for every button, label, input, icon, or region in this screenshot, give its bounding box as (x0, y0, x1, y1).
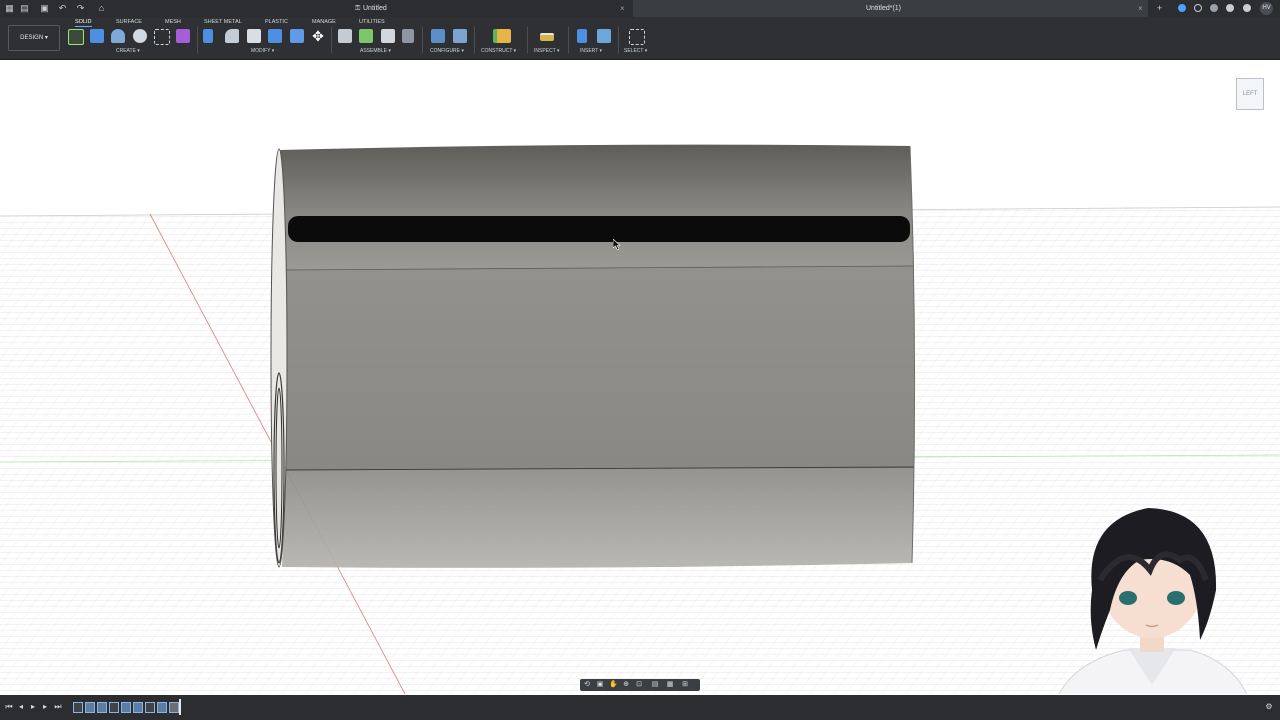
timeline-extrude-feature[interactable] (85, 702, 95, 713)
title-bar: ▦ ▤ ▣ ↶ ↷ ⌂ ⚿ Untitled × Untitled*(1) × … (0, 0, 1280, 17)
split-body-icon[interactable] (290, 29, 304, 43)
tab-plastic[interactable]: PLASTIC (265, 18, 288, 26)
configure-table-icon[interactable] (453, 29, 467, 43)
avatar[interactable]: HV (1260, 2, 1273, 15)
display-settings-icon[interactable]: ▤ (651, 681, 659, 689)
orbit-icon[interactable]: ⟲ (583, 681, 591, 689)
mouse-cursor-icon (612, 237, 621, 255)
tab-solid[interactable]: SOLID (75, 18, 92, 27)
revolve-icon[interactable] (111, 29, 125, 43)
measure-icon[interactable] (540, 33, 554, 41)
viewports-icon[interactable]: ⊞ (681, 681, 689, 689)
grid-settings-icon[interactable]: ▦ (666, 681, 674, 689)
presenter-avatar (1058, 508, 1248, 694)
tab-manage[interactable]: MANAGE (312, 18, 336, 26)
combine-icon[interactable] (268, 29, 282, 43)
look-at-icon[interactable]: ▣ (596, 681, 604, 689)
job-status-icon[interactable] (1194, 4, 1202, 12)
step-back-icon[interactable]: ◂ (17, 703, 25, 711)
shell-icon[interactable] (247, 29, 261, 43)
timeline-marker[interactable] (179, 699, 181, 715)
toolbar-divider (422, 27, 423, 53)
timeline-settings-icon[interactable]: ⚙ (1265, 703, 1273, 711)
extensions-icon[interactable] (1178, 4, 1186, 12)
create-menu[interactable]: CREATE ▾ (116, 48, 140, 54)
workspace-switcher[interactable]: DESIGN ▾ (8, 25, 60, 51)
settings-icon[interactable] (1226, 4, 1234, 12)
tab-sheet-metal[interactable]: SHEET METAL (204, 18, 242, 26)
insert-derive-icon[interactable] (577, 29, 587, 43)
tab-surface[interactable]: SURFACE (116, 18, 142, 26)
rectangular-pattern-icon[interactable] (154, 29, 170, 45)
press-pull-icon[interactable] (203, 29, 213, 43)
document-tab-2[interactable]: Untitled*(1) × (633, 0, 1148, 17)
timeline-bar: ⏮ ◂ ▸ ▸ ⏭ ⚙ (0, 695, 1280, 720)
cylinder-body[interactable] (270, 144, 916, 568)
toolbar-divider (331, 27, 332, 53)
timeline-sketch-feature[interactable] (109, 702, 119, 713)
timeline-extrude-feature[interactable] (133, 702, 143, 713)
timeline-extrude-feature[interactable] (157, 702, 167, 713)
configure-icon[interactable] (431, 29, 445, 43)
go-to-end-icon[interactable]: ⏭ (54, 703, 62, 711)
step-forward-icon[interactable]: ▸ (41, 703, 49, 711)
fillet-icon[interactable] (225, 29, 239, 43)
navigation-bar: ⟲ ▣ ✋ ⊕ ⊡ ▤ ▦ ⊞ (580, 679, 700, 691)
ribbon-toolbar: DESIGN ▾ SOLID SURFACE MESH SHEET METAL … (0, 17, 1280, 60)
joint-origin-icon[interactable] (402, 29, 414, 43)
play-icon[interactable]: ▸ (29, 703, 37, 711)
select-menu[interactable]: SELECT ▾ (624, 48, 647, 54)
create-form-icon[interactable] (176, 29, 190, 43)
new-tab-icon[interactable]: + (1155, 4, 1164, 13)
insert-menu[interactable]: INSERT ▾ (580, 48, 602, 54)
modify-menu[interactable]: MODIFY ▾ (251, 48, 274, 54)
help-icon[interactable] (1243, 4, 1251, 12)
zoom-icon[interactable]: ⊕ (622, 681, 630, 689)
go-to-start-icon[interactable]: ⏮ (5, 703, 13, 711)
pan-icon[interactable]: ✋ (609, 681, 618, 689)
create-sketch-icon[interactable] (68, 29, 84, 45)
notifications-icon[interactable] (1210, 4, 1218, 12)
toolbar-divider (474, 27, 475, 53)
end-cap[interactable] (270, 148, 288, 568)
close-tab-icon[interactable]: × (620, 0, 625, 17)
timeline-extrude-feature[interactable] (97, 702, 107, 713)
toolbar-divider (527, 27, 528, 53)
toolbar-divider (618, 27, 619, 53)
document-tab-title: Untitled*(1) (866, 5, 902, 12)
3d-viewport[interactable]: LEFT (0, 60, 1280, 694)
select-icon[interactable] (629, 29, 645, 45)
tab-mesh[interactable]: MESH (165, 18, 181, 26)
insert-canvas-icon[interactable] (597, 29, 611, 43)
offset-plane-icon[interactable] (493, 29, 511, 43)
assemble-menu[interactable]: ASSEMBLE ▾ (360, 48, 391, 54)
joint-icon[interactable] (359, 29, 373, 43)
timeline-sketch-feature[interactable] (73, 702, 83, 713)
move-copy-icon[interactable]: ✥ (311, 29, 325, 43)
fit-icon[interactable]: ⊡ (635, 681, 643, 689)
document-tab-title: Untitled (363, 5, 387, 12)
toolbar-divider (197, 27, 198, 53)
timeline-feature[interactable] (169, 702, 179, 713)
timeline-sketch-feature[interactable] (145, 702, 155, 713)
close-tab-icon[interactable]: × (1138, 0, 1143, 17)
document-tab-1[interactable]: ⚿ Untitled × (0, 0, 631, 17)
inspect-menu[interactable]: INSPECT ▾ (534, 48, 559, 54)
new-component-icon[interactable] (338, 29, 352, 43)
view-cube[interactable]: LEFT (1236, 78, 1264, 110)
hole-icon[interactable] (133, 29, 147, 43)
configure-menu[interactable]: CONFIGURE ▾ (430, 48, 464, 54)
extrude-icon[interactable] (90, 29, 104, 43)
lock-icon: ⚿ (355, 5, 361, 12)
tab-utilities[interactable]: UTILITIES (359, 18, 385, 26)
timeline-extrude-feature[interactable] (121, 702, 131, 713)
toolbar-divider (568, 27, 569, 53)
construct-menu[interactable]: CONSTRUCT ▾ (481, 48, 516, 54)
as-built-joint-icon[interactable] (381, 29, 395, 43)
reflection-band (288, 216, 910, 242)
